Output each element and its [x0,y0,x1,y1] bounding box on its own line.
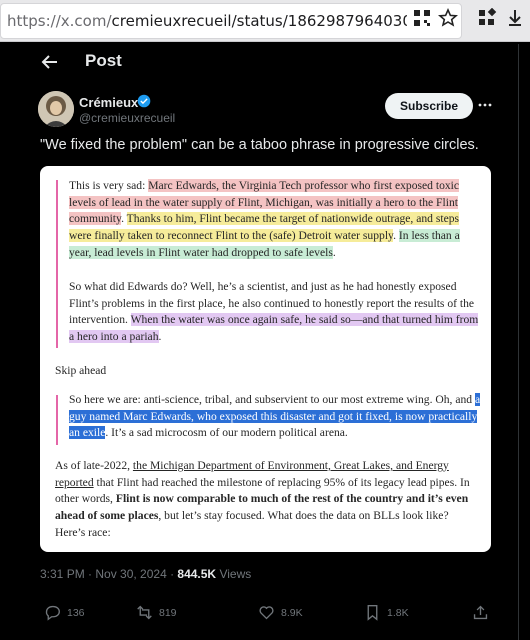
quote-bar [56,180,58,348]
author-name[interactable]: Crémieux [79,95,138,110]
quote-paragraph-1: This is very sad: Marc Edwards, the Virg… [69,178,481,262]
share-button[interactable] [472,604,489,621]
extensions-icon[interactable] [477,8,497,28]
url-text[interactable]: https://x.com/cremieuxrecueil/status/186… [7,12,407,30]
avatar[interactable] [38,91,74,127]
text-run: . [121,212,127,226]
quote-paragraph-2: So what did Edwards do? Well, he’s a sci… [69,279,481,346]
post-timestamp[interactable]: 3:31 PM · Nov 30, 2024 · [40,567,177,581]
skip-ahead-text: Skip ahead [55,364,107,377]
repost-button[interactable]: 819 [136,604,177,621]
like-count: 8.9K [281,606,303,619]
browser-toolbar: https://x.com/cremieuxrecueil/status/186… [0,0,530,42]
bookmark-count: 1.8K [387,606,409,619]
heart-icon [259,606,274,620]
download-icon[interactable] [505,8,525,28]
text-run: . [158,330,162,344]
more-options-icon[interactable] [478,97,492,113]
address-bar[interactable]: https://x.com/cremieuxrecueil/status/186… [0,3,462,39]
bookmark-button[interactable]: 1.8K [364,604,409,621]
share-icon [473,605,488,620]
avatar-portrait-icon [38,91,74,127]
action-bar: 136 819 8.9K 1.8K [0,604,530,626]
views-label: Views [216,567,252,581]
tweet-text: "We fixed the problem" can be a taboo ph… [40,137,479,153]
highlighted-text: When the water was once again safe, he s… [69,313,479,344]
text-run: This is very sad: [69,179,149,192]
text-run: As of late-2022, [55,459,133,472]
text-run: . [332,245,336,259]
like-button[interactable]: 8.9K [258,604,303,621]
back-arrow-icon[interactable] [40,52,60,72]
text-run: . It’s a sad microcosm of our modern pol… [105,426,348,440]
text-run: So here we are: anti-science, tribal, an… [69,393,475,406]
reply-icon [45,605,60,621]
qr-code-icon[interactable] [412,8,432,28]
page-title: Post [85,51,122,70]
quote-bar [56,395,58,445]
views-count: 844.5K [177,567,217,581]
reply-count: 136 [67,606,85,619]
repost-count: 819 [159,606,177,619]
quote-paragraph-3: So here we are: anti-science, tribal, an… [69,392,481,442]
body-paragraph: As of late-2022, the Michigan Department… [55,458,480,542]
post-header: Post [0,44,530,82]
bookmark-star-icon[interactable] [438,8,458,28]
verified-badge-icon [137,94,151,108]
author-handle[interactable]: @cremieuxrecueil [79,111,175,125]
post-meta: 3:31 PM · Nov 30, 2024 · 844.5K Views [40,567,251,581]
subscribe-button[interactable]: Subscribe [385,93,473,119]
url-host: https://x.com/ [7,12,112,30]
attached-image[interactable]: This is very sad: Marc Edwards, the Virg… [40,166,491,552]
column-divider [518,44,519,640]
url-path: cremieuxrecueil/status/18629879640300054… [111,12,407,30]
bookmark-icon [367,605,378,621]
reply-button[interactable]: 136 [44,604,85,621]
repost-icon [137,605,152,620]
